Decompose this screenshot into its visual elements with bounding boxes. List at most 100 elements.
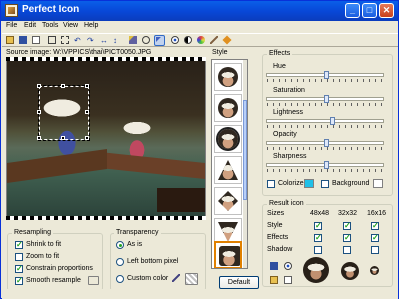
flip-vertical-icon[interactable]: ↕ xyxy=(112,35,123,46)
crop-icon[interactable] xyxy=(47,35,58,46)
smooth-resample-checkbox[interactable] xyxy=(15,276,23,285)
eye-icon-result[interactable] xyxy=(283,261,294,272)
shadow-16-checkbox[interactable] xyxy=(371,246,379,254)
style-thumbnail[interactable] xyxy=(214,94,242,122)
resize-handle[interactable] xyxy=(37,136,41,140)
opacity-slider[interactable] xyxy=(266,139,384,147)
transparency-label: Transparency xyxy=(114,229,161,236)
folder-icon[interactable] xyxy=(269,275,280,286)
result-icon-label: Result icon xyxy=(267,200,306,207)
title-bar[interactable]: Perfect Icon _ □ ✕ xyxy=(1,1,398,21)
open-icon[interactable] xyxy=(5,35,16,46)
constrain-proportions-checkbox[interactable] xyxy=(15,264,23,273)
rect-select-icon[interactable] xyxy=(60,35,71,46)
resize-handle[interactable] xyxy=(61,136,65,140)
eye-icon[interactable] xyxy=(170,35,181,46)
left-bottom-pixel-label: Left bottom pixel xyxy=(127,258,179,265)
contrast-icon[interactable] xyxy=(183,35,194,46)
style-thumbnail[interactable] xyxy=(214,156,242,184)
brush-icon[interactable] xyxy=(209,35,220,46)
background-color-swatch[interactable] xyxy=(373,179,383,188)
menu-view[interactable]: View xyxy=(63,22,78,29)
source-image-view[interactable] xyxy=(6,57,206,220)
resize-handle[interactable] xyxy=(85,136,89,140)
slider-knob[interactable] xyxy=(324,71,329,79)
save-icon[interactable] xyxy=(18,35,29,46)
default-button[interactable]: Default xyxy=(219,276,259,289)
copy-icon[interactable] xyxy=(283,275,294,286)
palette-icon[interactable] xyxy=(196,35,207,46)
menu-tools[interactable]: Tools xyxy=(42,22,58,29)
as-is-label: As is xyxy=(127,241,143,248)
lightness-slider[interactable] xyxy=(266,117,384,125)
minimize-button[interactable]: _ xyxy=(345,3,360,18)
maximize-button[interactable]: □ xyxy=(362,3,377,18)
preview-16 xyxy=(370,266,379,275)
menu-edit[interactable]: Edit xyxy=(24,22,36,29)
slider-knob[interactable] xyxy=(324,161,329,169)
save-icon-result[interactable] xyxy=(269,261,280,272)
slider-knob[interactable] xyxy=(324,139,329,147)
rotate-right-icon[interactable]: ↷ xyxy=(86,35,97,46)
scrollbar-thumb[interactable] xyxy=(243,100,247,200)
saturation-slider[interactable] xyxy=(266,95,384,103)
style-16-checkbox[interactable] xyxy=(371,221,379,230)
left-bottom-pixel-radio[interactable] xyxy=(116,258,124,266)
style-scrollbar[interactable] xyxy=(243,60,247,268)
style-thumbnail[interactable] xyxy=(214,187,242,215)
toolbar: ↶ ↷ ↔ ↕ xyxy=(2,33,398,47)
background-label: Background xyxy=(332,180,370,187)
slider-knob[interactable] xyxy=(324,95,329,103)
shadow-32-checkbox[interactable] xyxy=(343,246,351,254)
slider-knob[interactable] xyxy=(330,117,335,125)
effects-32-checkbox[interactable] xyxy=(343,233,351,242)
zoom-to-fit-checkbox[interactable] xyxy=(15,253,23,261)
zoom-icon[interactable] xyxy=(141,35,152,46)
colorize-checkbox[interactable] xyxy=(267,180,275,188)
select-icon[interactable] xyxy=(154,35,165,46)
effects-row-label: Effects xyxy=(267,234,289,241)
resize-handle[interactable] xyxy=(37,84,41,88)
menu-file[interactable]: File xyxy=(6,22,17,29)
preview-32 xyxy=(341,262,359,280)
effects-48-checkbox[interactable] xyxy=(314,233,322,242)
resize-handle[interactable] xyxy=(85,84,89,88)
constrain-proportions-label: Constrain proportions xyxy=(26,265,93,272)
resize-handle[interactable] xyxy=(85,110,89,114)
resize-handle[interactable] xyxy=(61,84,65,88)
style-thumbnail[interactable] xyxy=(214,125,242,153)
menu-help[interactable]: Help xyxy=(84,22,98,29)
style-32-checkbox[interactable] xyxy=(343,221,351,230)
custom-color-swatch[interactable] xyxy=(185,273,198,285)
sharpness-slider[interactable] xyxy=(266,161,384,169)
smooth-resample-label: Smooth resample xyxy=(26,277,81,284)
magic-wand-icon[interactable] xyxy=(128,35,139,46)
rotate-left-icon[interactable]: ↶ xyxy=(73,35,84,46)
background-checkbox[interactable] xyxy=(321,180,329,188)
size-48-label: 48x48 xyxy=(310,210,330,217)
new-icon[interactable] xyxy=(31,35,42,46)
status-bar xyxy=(2,289,398,299)
effects-16-checkbox[interactable] xyxy=(371,233,379,242)
main-window: Perfect Icon _ □ ✕ File Edit Tools View … xyxy=(0,0,399,299)
as-is-radio[interactable] xyxy=(116,241,124,249)
selection-rectangle[interactable] xyxy=(37,84,90,141)
shadow-48-checkbox[interactable] xyxy=(314,246,322,254)
resample-options-button[interactable] xyxy=(88,276,99,285)
colorize-color-swatch[interactable] xyxy=(304,179,314,188)
close-button[interactable]: ✕ xyxy=(379,3,394,18)
sizes-label: Sizes xyxy=(267,210,285,217)
style-thumbnail[interactable] xyxy=(214,63,242,91)
shrink-to-fit-checkbox[interactable] xyxy=(15,240,23,249)
tag-icon[interactable] xyxy=(222,35,233,46)
style-48-checkbox[interactable] xyxy=(314,221,322,230)
shadow-row-label: Shadow xyxy=(267,246,293,253)
preview-48 xyxy=(303,257,329,283)
size-16-label: 16x16 xyxy=(367,210,387,217)
custom-color-radio[interactable] xyxy=(116,275,124,283)
flip-horizontal-icon[interactable]: ↔ xyxy=(99,35,110,46)
resize-handle[interactable] xyxy=(37,110,41,114)
eyedropper-icon[interactable] xyxy=(171,273,182,284)
hue-slider[interactable] xyxy=(266,71,384,79)
style-thumbnail-selected[interactable] xyxy=(214,241,242,268)
